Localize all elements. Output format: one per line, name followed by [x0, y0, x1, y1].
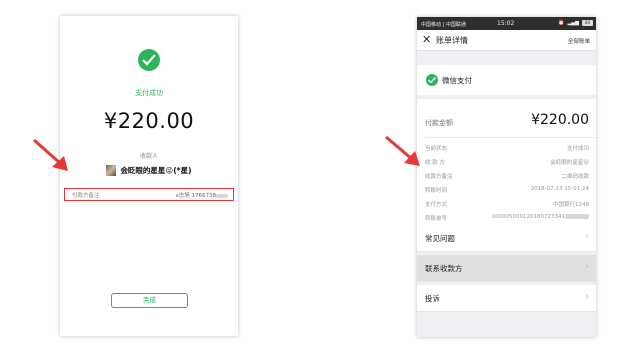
all-bills-link[interactable]: 全部账单 — [568, 37, 590, 45]
detail-key: 当前状态 — [425, 146, 448, 152]
wechat-pay-label: 微信支付 — [442, 76, 472, 85]
amount-value: ¥220.00 — [531, 112, 589, 128]
detail-value: 二维码收款 — [561, 174, 589, 180]
payee-name: 会眨眼的星星😜(*星) — [120, 166, 192, 175]
menu-faq[interactable]: 常见问题 › — [417, 225, 596, 252]
checkmark-icon — [138, 49, 160, 71]
payer-note-label: 付款方备注 — [72, 193, 100, 199]
status-icons: ⏰ ▂▄▆ 84 — [558, 20, 593, 26]
detail-row-payee: 收 款 方 会眨眼的星星😜 — [425, 158, 589, 167]
redacted-text — [216, 193, 228, 198]
done-button[interactable]: 完成 — [111, 293, 188, 308]
chevron-right-icon: › — [585, 292, 589, 302]
detail-key: 转账单号 — [425, 216, 448, 222]
payer-note-value: x志旭 1766738 — [176, 191, 228, 199]
payer-note-row-highlighted: 付款方备注 x志旭 1766738 — [64, 188, 234, 201]
detail-key: 支付方式 — [425, 202, 448, 208]
redacted-text — [565, 214, 589, 219]
menu-complaint[interactable]: 投诉 › — [417, 285, 596, 312]
page-title: 账单详情 — [436, 36, 468, 45]
divider — [425, 137, 596, 138]
detail-value: 支付成功 — [566, 146, 589, 152]
menu-label: 投诉 — [425, 294, 440, 303]
right-screen-bill-details: 中国移动 | 中国联通 15:02 ⏰ ▂▄▆ 84 ✕ 账单详情 全部账单 微… — [417, 17, 596, 337]
status-bar: 中国移动 | 中国联通 15:02 ⏰ ▂▄▆ 84 — [417, 17, 596, 30]
detail-row-transfer-number: 转账单号 100005000120180723341 — [425, 214, 589, 223]
payee-label: 收款人 — [139, 153, 158, 160]
alarm-icon: ⏰ — [558, 20, 565, 26]
menu-label: 常见问题 — [425, 234, 455, 243]
menu-contact-payee[interactable]: 联系收款方 › — [417, 255, 596, 282]
menu-label: 联系收款方 — [425, 264, 463, 273]
payment-status: 支付成功 — [135, 89, 163, 97]
detail-key: 收款方备注 — [425, 174, 453, 180]
close-icon[interactable]: ✕ — [422, 33, 431, 46]
detail-key: 收 款 方 — [425, 160, 445, 166]
red-arrow — [33, 138, 68, 171]
carrier-text: 中国移动 | 中国联通 — [421, 22, 466, 28]
battery-icon: 84 — [582, 20, 593, 26]
left-screen-payment-success: 支付成功 ¥220.00 收款人 会眨眼的星星😜(*星) 付款方备注 x志旭 1… — [60, 16, 238, 336]
detail-row-payment-method: 支付方式 中国银行1248 — [425, 200, 589, 209]
avatar — [106, 165, 117, 176]
detail-row-status: 当前状态 支付成功 — [425, 144, 589, 153]
amount-label: 付款金额 — [425, 119, 453, 127]
detail-value: 会眨眼的星星😜 — [550, 160, 589, 166]
nav-bar: ✕ 账单详情 全部账单 — [417, 30, 596, 51]
detail-value: 2018-07-23 15:01:24 — [530, 186, 589, 192]
clock: 15:02 — [497, 20, 515, 27]
detail-row-transfer-time: 转账时间 2018-07-23 15:01:24 — [425, 186, 589, 195]
payee-row: 会眨眼的星星😜(*星) — [60, 165, 238, 176]
payment-amount: ¥220.00 — [103, 109, 195, 133]
red-arrow — [385, 135, 420, 166]
wechat-pay-icon — [426, 74, 438, 86]
signal-icon: ▂▄▆ — [567, 20, 579, 26]
chevron-right-icon: › — [585, 232, 589, 242]
wechat-pay-header: 微信支付 — [417, 65, 596, 95]
detail-value: 100005000120180723341 — [492, 214, 589, 220]
detail-row-payee-note: 收款方备注 二维码收款 — [425, 172, 589, 181]
chevron-right-icon: › — [585, 262, 589, 272]
bill-detail-card: 付款金额 ¥220.00 当前状态 支付成功 收 款 方 会眨眼的星星😜 收款方… — [417, 99, 596, 230]
detail-key: 转账时间 — [425, 188, 448, 194]
detail-value: 中国银行1248 — [553, 202, 589, 208]
